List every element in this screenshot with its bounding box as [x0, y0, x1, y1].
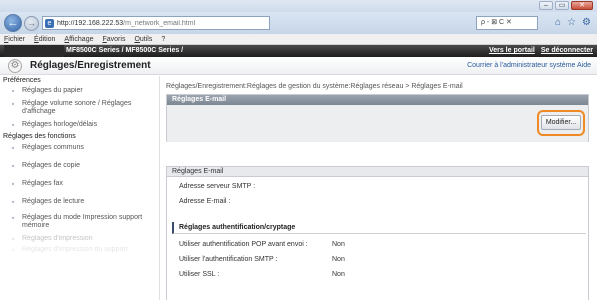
sidebar-item-paper[interactable]: Réglages du papier: [0, 87, 159, 95]
smtp-auth-label: Utiliser l'authentification SMTP :: [179, 256, 278, 263]
back-button[interactable]: ←: [4, 14, 22, 32]
sidebar-item-fax[interactable]: Réglages fax: [0, 180, 159, 188]
settings-gear-icon[interactable]: ⚙: [582, 16, 591, 30]
section-title: Réglages E-mail: [167, 167, 588, 177]
portal-link[interactable]: Vers le portail: [489, 45, 535, 57]
sidebar-section-functions: Réglages des fonctions: [3, 133, 76, 140]
modify-button[interactable]: Modifier...: [541, 115, 581, 130]
menu-view[interactable]: Affichage: [64, 34, 93, 44]
page-title: Réglages/Enregistrement: [30, 60, 151, 71]
device-logo: [4, 45, 64, 57]
sidebar-item-clock[interactable]: Réglages horloge/délais: [0, 121, 159, 129]
address-controls[interactable]: ρ - ⊠ C ✕: [476, 16, 538, 30]
menu-tools[interactable]: Outils: [134, 34, 152, 44]
minimize-button[interactable]: –: [539, 1, 553, 10]
menu-help[interactable]: ?: [161, 34, 165, 44]
email-address-label: Adresse E-mail :: [179, 198, 231, 205]
panel-title: Réglages E-mail: [167, 95, 588, 105]
close-button[interactable]: ✕: [571, 1, 593, 10]
ssl-row: Utiliser SSL : Non: [179, 271, 345, 278]
favorites-star-icon[interactable]: ☆: [567, 16, 576, 30]
email-settings-panel: Réglages E-mail Modifier...: [166, 94, 589, 142]
smtp-auth-row: Utiliser l'authentification SMTP : Non: [179, 256, 345, 263]
sidebar-item-copy[interactable]: Réglages de copie: [0, 162, 159, 170]
site-icon: e: [45, 18, 54, 28]
sidebar-item-volume-display[interactable]: Réglage volume sonore / Réglages d'affic…: [0, 100, 135, 116]
forward-button[interactable]: →: [24, 16, 39, 31]
ssl-value: Non: [332, 271, 345, 278]
breadcrumb: Réglages/Enregistrement:Réglages de gest…: [166, 83, 463, 90]
smtp-auth-value: Non: [332, 256, 345, 263]
auth-section-title: Réglages authentification/cryptage: [172, 222, 586, 234]
menu-favorites[interactable]: Favoris: [102, 34, 125, 44]
menu-file[interactable]: Fichier: [4, 34, 25, 44]
menu-bar: Fichier Édition Affichage Favoris Outils…: [0, 34, 597, 45]
settings-gear-icon: ⚙: [8, 59, 22, 73]
device-links: Vers le portail Se déconnecter: [489, 45, 593, 57]
page-header: ⚙ Réglages/Enregistrement Courrier à l'a…: [0, 57, 597, 75]
window-titlebar: – ▭ ✕: [0, 0, 597, 12]
sidebar: Préférences Réglages du papier Réglage v…: [0, 76, 160, 300]
main-content: Réglages/Enregistrement:Réglages de gest…: [161, 76, 597, 300]
email-details-panel: Réglages E-mail Adresse serveur SMTP : A…: [166, 166, 589, 300]
sidebar-item-media-print[interactable]: Réglages d'impression du support: [0, 246, 159, 254]
browser-toolbar-icons: ⌂ ☆ ⚙: [555, 16, 591, 30]
pop-auth-label: Utiliser authentification POP avant envo…: [179, 241, 308, 248]
header-links[interactable]: Courrier à l'administrateur système Aide: [467, 62, 591, 69]
sidebar-section-preferences: Préférences: [3, 77, 41, 84]
sidebar-item-scan[interactable]: Réglages de lecture: [0, 198, 159, 206]
browser-navbar: ← → e http://192.168.222.53/m_network_em…: [0, 12, 597, 34]
logout-link[interactable]: Se déconnecter: [541, 45, 593, 57]
address-bar[interactable]: e http://192.168.222.53/m_network_email.…: [42, 16, 270, 30]
window-controls: – ▭ ✕: [539, 1, 593, 10]
address-text: http://192.168.222.53/m_network_email.ht…: [57, 19, 196, 27]
panel-toolbar: Modifier...: [167, 105, 588, 142]
menu-edit[interactable]: Édition: [34, 34, 55, 44]
device-bar: MF8500C Series / MF8500C Series / Vers l…: [0, 45, 597, 57]
sidebar-item-common[interactable]: Réglages communs: [0, 144, 159, 152]
smtp-server-label: Adresse serveur SMTP :: [179, 183, 256, 190]
device-name: MF8500C Series / MF8500C Series /: [66, 47, 184, 54]
ssl-label: Utiliser SSL :: [179, 271, 220, 278]
sidebar-item-memory-media-print[interactable]: Réglages du mode Impression support mémo…: [0, 214, 150, 230]
pop-auth-row: Utiliser authentification POP avant envo…: [179, 241, 345, 248]
pop-auth-value: Non: [332, 241, 345, 248]
sidebar-item-print[interactable]: Réglages d'impression: [0, 235, 159, 243]
home-icon[interactable]: ⌂: [555, 16, 561, 30]
maximize-button[interactable]: ▭: [555, 1, 569, 10]
